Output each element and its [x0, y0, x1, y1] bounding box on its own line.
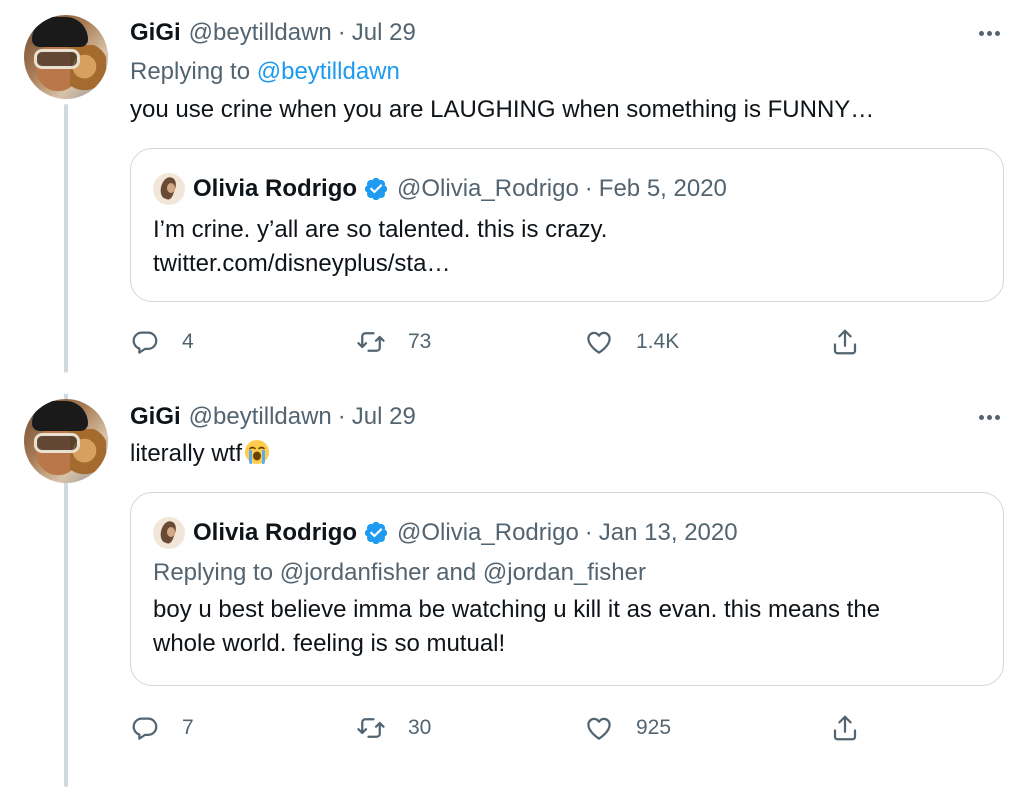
like-button[interactable]: 925 [584, 708, 671, 748]
replying-to: Replying to @beytilldawn [130, 58, 400, 86]
quoted-author-handle: @Olivia_Rodrigo [397, 175, 579, 202]
author-handle[interactable]: @beytilldawn [189, 19, 332, 47]
share-button[interactable] [830, 322, 860, 362]
tweet[interactable]: GiGi @beytilldawn · Jul 29 Replying to @… [0, 0, 1024, 394]
retweet-icon [357, 332, 385, 352]
quoted-avatar [153, 517, 185, 549]
reply-button[interactable]: 7 [130, 708, 194, 748]
quoted-header: Olivia Rodrigo @Olivia_Rodrigo · Feb 5, … [193, 171, 727, 207]
retweet-count: 73 [408, 330, 432, 353]
quoted-tweet[interactable]: Olivia Rodrigo @Olivia_Rodrigo · Feb 5, … [130, 148, 1004, 302]
retweet-count: 30 [408, 716, 432, 739]
quoted-author-handle: @Olivia_Rodrigo [397, 519, 579, 546]
like-button[interactable]: 1.4K [584, 322, 679, 362]
tweet-date[interactable]: Jul 29 [352, 403, 416, 431]
replying-to-link[interactable]: @beytilldawn [257, 58, 400, 85]
separator: · [337, 403, 346, 430]
share-icon [833, 715, 857, 741]
tweet-text: you use crine when you are LAUGHING when… [130, 96, 875, 123]
heart-icon [587, 331, 611, 354]
more-icon[interactable] [976, 404, 1002, 430]
tweet-date[interactable]: Jul 29 [352, 19, 416, 47]
quoted-author-name: Olivia Rodrigo [193, 519, 358, 546]
quoted-avatar [153, 173, 185, 205]
reply-count: 7 [182, 716, 194, 739]
loudly-crying-face-icon [245, 440, 270, 464]
quoted-text-line: whole world. feeling is so mutual! [153, 630, 506, 657]
reply-button[interactable]: 4 [130, 322, 194, 362]
retweet-icon [357, 718, 385, 738]
tweet[interactable]: GiGi @beytilldawn · Jul 29 literally wtf… [0, 394, 1024, 787]
quoted-link[interactable]: twitter.com/disneyplus/sta… [153, 247, 607, 281]
share-icon [833, 329, 857, 355]
quoted-date: Jan 13, 2020 [598, 519, 738, 546]
avatar-hat [32, 401, 88, 431]
reply-icon [132, 331, 158, 354]
retweet-button[interactable]: 30 [356, 708, 431, 748]
verified-badge-icon [364, 177, 388, 201]
avatar-glasses [34, 433, 80, 453]
tweet-header: GiGi @beytilldawn · Jul 29 [130, 16, 416, 50]
share-button[interactable] [830, 708, 860, 748]
author-name[interactable]: GiGi [130, 403, 181, 431]
avatar[interactable] [24, 15, 108, 99]
tweet-thread: GiGi @beytilldawn · Jul 29 Replying to @… [0, 0, 1024, 787]
avatar-hat [32, 17, 88, 47]
verified-badge-icon [364, 521, 388, 545]
more-icon[interactable] [976, 20, 1002, 46]
author-handle[interactable]: @beytilldawn [189, 403, 332, 431]
tweet-actions: 7 30 925 [130, 708, 890, 748]
like-count: 925 [636, 716, 672, 739]
heart-icon [587, 717, 611, 740]
tweet-text-content: literally wtf [130, 440, 243, 467]
author-name[interactable]: GiGi [130, 19, 181, 47]
avatar-glasses [34, 49, 80, 69]
replying-prefix: Replying to [130, 58, 257, 85]
quoted-header: Olivia Rodrigo @Olivia_Rodrigo · Jan 13,… [193, 515, 738, 551]
avatar[interactable] [24, 399, 108, 483]
separator: · [337, 19, 346, 46]
quoted-date: Feb 5, 2020 [598, 175, 727, 202]
quoted-text: boy u best believe imma be watching u ki… [153, 593, 880, 661]
quoted-tweet[interactable]: Olivia Rodrigo @Olivia_Rodrigo · Jan 13,… [130, 492, 1004, 686]
like-count: 1.4K [636, 330, 680, 353]
quoted-text-line: I’m crine. y’all are so talented. this i… [153, 216, 608, 243]
tweet-header: GiGi @beytilldawn · Jul 29 [130, 400, 416, 434]
tweet-actions: 4 73 1.4K [130, 322, 890, 362]
reply-icon [132, 717, 158, 740]
separator: · [584, 519, 593, 546]
quoted-text-line: boy u best believe imma be watching u ki… [153, 596, 881, 623]
reply-count: 4 [182, 330, 194, 353]
retweet-button[interactable]: 73 [356, 322, 431, 362]
tweet-text: literally wtf [130, 438, 271, 468]
separator: · [584, 175, 593, 202]
quoted-text: I’m crine. y’all are so talented. this i… [153, 213, 607, 281]
quoted-replying-to: Replying to @jordanfisher and @jordan_fi… [153, 559, 646, 586]
quoted-author-name: Olivia Rodrigo [193, 175, 358, 202]
